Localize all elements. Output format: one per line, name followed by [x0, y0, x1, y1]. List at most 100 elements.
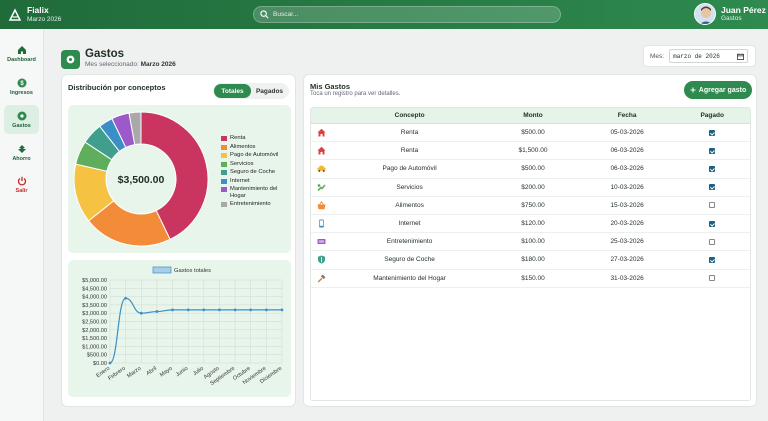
- legend-item[interactable]: Alimentos: [221, 144, 287, 151]
- cell-fecha: 20-03-2026: [610, 220, 644, 228]
- sidebar-item-dashboard[interactable]: Dashboard: [4, 39, 39, 68]
- sidebar-item-label: Ahorro: [12, 155, 31, 162]
- cell-pagado: [674, 129, 750, 136]
- cell-fecha: 27-03-2026: [610, 256, 644, 264]
- cell-fecha: 15-03-2026: [610, 201, 644, 209]
- search-input[interactable]: [273, 11, 553, 18]
- x-tick-label: Abril: [145, 366, 158, 377]
- paid-checkbox[interactable]: [709, 275, 716, 282]
- table-row[interactable]: Mantenimiento del Hogar $150.00 31-03-20…: [311, 270, 750, 288]
- cell-fecha: 06-03-2026: [610, 147, 644, 155]
- column-header-monto: Monto: [523, 112, 543, 119]
- user-menu[interactable]: Juan Pérez Gastos: [694, 3, 766, 25]
- legend-item[interactable]: Servicios: [221, 161, 287, 168]
- x-tick-label: Febrero: [107, 366, 126, 382]
- search-icon: [260, 10, 269, 19]
- paid-checkbox[interactable]: [709, 202, 716, 209]
- add-expense-button[interactable]: Agregar gasto: [684, 81, 752, 99]
- paid-checkbox[interactable]: [709, 256, 716, 263]
- y-tick-label: $0.00: [93, 361, 107, 367]
- month-value: marzo de 2026: [673, 52, 720, 60]
- gastos-icon: [61, 49, 80, 69]
- calendar-icon[interactable]: [737, 52, 745, 60]
- line-chart: $0.00 $500.00 $1,000.00 $1,500.00 $2,000.00 $…: [82, 266, 284, 387]
- data-point: [124, 296, 128, 300]
- month-picker: Mes: marzo de 2026: [643, 45, 756, 67]
- x-tick-label: Marzo: [126, 366, 142, 380]
- legend-item[interactable]: Seguro de Coche: [221, 169, 287, 176]
- table-row[interactable]: Alimentos $750.00 15-03-2026: [311, 197, 750, 215]
- app-subtitle: Marzo 2026: [27, 16, 62, 23]
- data-point: [171, 308, 174, 312]
- cell-concepto: Alimentos: [395, 201, 424, 209]
- x-tick-label: Mayo: [159, 366, 174, 379]
- subtitle-month: Marzo 2026: [140, 61, 176, 68]
- piggy-icon: [17, 144, 26, 153]
- legend-item[interactable]: Mantenimiento del Hogar: [221, 186, 287, 199]
- chart-toggle: Totales Pagados: [213, 83, 289, 99]
- legend-label: Alimentos: [230, 143, 256, 150]
- table-row[interactable]: Pago de Automóvil $500.00 06-03-2026: [311, 160, 750, 179]
- pie-legend: Renta Alimentos Pago de Automóvil Servicios…: [221, 135, 287, 210]
- house-icon: [317, 147, 326, 155]
- legend-swatch: [221, 136, 227, 141]
- paid-checkbox[interactable]: [709, 165, 716, 172]
- legend-label: Gastos totales: [174, 268, 211, 274]
- table-body: Renta $500.00 05-03-2026 Renta $1,500.00…: [311, 124, 750, 288]
- paid-checkbox[interactable]: [709, 184, 716, 191]
- table-row[interactable]: Servicios $200.00 10-03-2026: [311, 179, 750, 197]
- data-point: [249, 308, 253, 312]
- paid-checkbox[interactable]: [709, 220, 716, 227]
- legend-item[interactable]: Entretenimiento: [221, 201, 287, 208]
- user-name: Juan Pérez: [721, 5, 766, 15]
- sidebar-item-ingresos[interactable]: $ Ingresos: [4, 72, 39, 101]
- home-icon: [17, 45, 26, 54]
- legend-swatch: [152, 266, 172, 274]
- add-expense-label: Agregar gasto: [698, 86, 747, 94]
- gastos-subtitle: Toca un registro para ver detalles.: [310, 91, 401, 97]
- toggle-totales[interactable]: Totales: [214, 84, 251, 98]
- cell-pagado: [674, 147, 750, 154]
- row-icon-cell: [311, 200, 333, 210]
- legend-label: Internet: [230, 177, 250, 184]
- legend-item[interactable]: Renta: [221, 135, 287, 142]
- table-row[interactable]: Entretenimiento $100.00 25-03-2026: [311, 233, 750, 252]
- cell-concepto: Servicios: [396, 183, 423, 191]
- sidebar-item-ahorro[interactable]: Ahorro: [4, 138, 39, 167]
- legend-label: Mantenimiento del Hogar: [230, 186, 278, 199]
- utilities-icon: [317, 183, 327, 191]
- cell-monto: $500.00: [521, 129, 545, 137]
- sidebar-item-salir[interactable]: Salir: [4, 170, 39, 199]
- legend-swatch: [221, 178, 227, 184]
- cell-fecha: 10-03-2026: [610, 183, 644, 191]
- legend-item[interactable]: Internet: [221, 178, 287, 185]
- sidebar-item-gastos[interactable]: Gastos: [4, 105, 39, 134]
- sidebar-item-label: Gastos: [12, 122, 31, 129]
- cell-fecha: 06-03-2026: [610, 165, 644, 173]
- table-row[interactable]: Seguro de Coche $180.00 27-03-2026: [311, 251, 750, 270]
- page-subtitle: Mes seleccionado: Marzo 2026: [85, 60, 176, 70]
- avatar-image: [695, 4, 715, 24]
- paid-checkbox[interactable]: [709, 147, 716, 154]
- paid-checkbox[interactable]: [709, 238, 716, 245]
- month-input[interactable]: marzo de 2026: [669, 49, 749, 63]
- logo-icon: [8, 8, 22, 21]
- table-row[interactable]: Internet $120.00 20-03-2026: [311, 215, 750, 234]
- data-point: [233, 308, 237, 312]
- table-row[interactable]: Renta $1,500.00 06-03-2026: [311, 142, 750, 161]
- dollar-icon: $: [17, 78, 26, 87]
- search-bar[interactable]: [253, 6, 561, 23]
- line-chart-panel: $0.00 $500.00 $1,000.00 $1,500.00 $2,000.00 $…: [68, 260, 291, 397]
- gastos-card: Mis Gastos Toca un registro para ver det…: [303, 74, 757, 407]
- legend-swatch: [221, 144, 227, 150]
- avatar[interactable]: [694, 3, 716, 25]
- table-row[interactable]: Renta $500.00 05-03-2026: [311, 124, 750, 143]
- paid-checkbox[interactable]: [709, 129, 716, 136]
- y-tick-label: $4,000.00: [82, 295, 107, 301]
- y-tick-label: $1,000.00: [82, 344, 107, 350]
- legend-item[interactable]: Pago de Automóvil: [221, 152, 287, 159]
- toggle-pagados[interactable]: Pagados: [251, 84, 288, 98]
- cell-monto: $150.00: [521, 274, 545, 282]
- brand[interactable]: Fialix Marzo 2026: [8, 6, 61, 24]
- row-icon-cell: [311, 237, 333, 246]
